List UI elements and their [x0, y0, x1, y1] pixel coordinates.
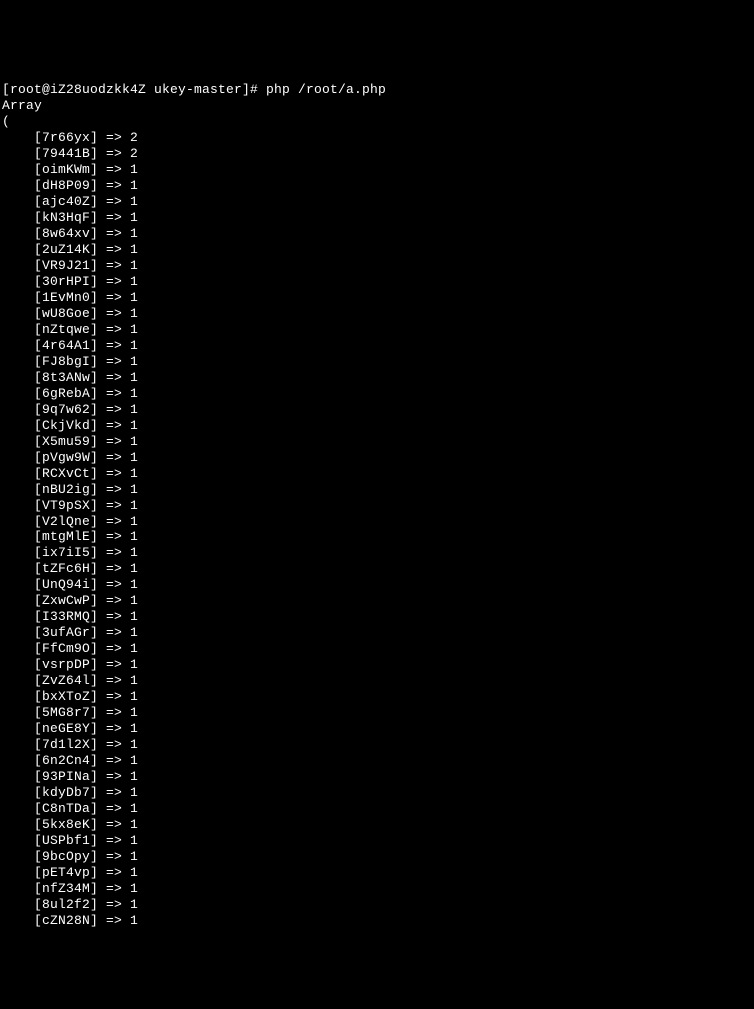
- array-entry: [UnQ94i] => 1: [2, 577, 754, 593]
- array-entry: [oimKWm] => 1: [2, 162, 754, 178]
- array-entry: [cZN28N] => 1: [2, 913, 754, 929]
- array-entry: [8w64xv] => 1: [2, 226, 754, 242]
- array-entry: [V2lQne] => 1: [2, 514, 754, 530]
- array-entry: [6n2Cn4] => 1: [2, 753, 754, 769]
- array-entry: [nBU2ig] => 1: [2, 482, 754, 498]
- array-entry: [dH8P09] => 1: [2, 178, 754, 194]
- array-entry: [FfCm9O] => 1: [2, 641, 754, 657]
- array-entry: [VR9J21] => 1: [2, 258, 754, 274]
- array-entry: [mtgMlE] => 1: [2, 529, 754, 545]
- array-entry: [93PINa] => 1: [2, 769, 754, 785]
- array-entry: [USPbf1] => 1: [2, 833, 754, 849]
- array-entry: [FJ8bgI] => 1: [2, 354, 754, 370]
- array-header: Array: [2, 98, 754, 114]
- command-prompt: [root@iZ28uodzkk4Z ukey-master]# php /ro…: [2, 82, 754, 98]
- array-entry: [pET4vp] => 1: [2, 865, 754, 881]
- array-entry: [79441B] => 2: [2, 146, 754, 162]
- array-entry: [ZvZ64l] => 1: [2, 673, 754, 689]
- array-entry: [bxXToZ] => 1: [2, 689, 754, 705]
- array-entry: [X5mu59] => 1: [2, 434, 754, 450]
- array-entry: [pVgw9W] => 1: [2, 450, 754, 466]
- array-entry: [ajc40Z] => 1: [2, 194, 754, 210]
- array-entry: [7d1l2X] => 1: [2, 737, 754, 753]
- array-entry: [4r64A1] => 1: [2, 338, 754, 354]
- array-entry: [2uZ14K] => 1: [2, 242, 754, 258]
- array-entry: [7r66yx] => 2: [2, 130, 754, 146]
- array-entry: [VT9pSX] => 1: [2, 498, 754, 514]
- array-entry: [nZtqwe] => 1: [2, 322, 754, 338]
- array-entry: [C8nTDa] => 1: [2, 801, 754, 817]
- array-entry: [nfZ34M] => 1: [2, 881, 754, 897]
- array-entry: [RCXvCt] => 1: [2, 466, 754, 482]
- array-entry: [1EvMn0] => 1: [2, 290, 754, 306]
- array-entry: [tZFc6H] => 1: [2, 561, 754, 577]
- array-open-paren: (: [2, 114, 754, 130]
- array-entry: [5kx8eK] => 1: [2, 817, 754, 833]
- array-entry: [wU8Goe] => 1: [2, 306, 754, 322]
- array-entry: [30rHPI] => 1: [2, 274, 754, 290]
- array-entry: [I33RMQ] => 1: [2, 609, 754, 625]
- terminal-output: [root@iZ28uodzkk4Z ukey-master]# php /ro…: [2, 66, 754, 929]
- array-entry: [6gRebA] => 1: [2, 386, 754, 402]
- array-entry: [5MG8r7] => 1: [2, 705, 754, 721]
- array-entry: [vsrpDP] => 1: [2, 657, 754, 673]
- array-entries: [7r66yx] => 2 [79441B] => 2 [oimKWm] => …: [2, 130, 754, 929]
- array-entry: [8ul2f2] => 1: [2, 897, 754, 913]
- array-entry: [kdyDb7] => 1: [2, 785, 754, 801]
- array-entry: [9q7w62] => 1: [2, 402, 754, 418]
- array-entry: [CkjVkd] => 1: [2, 418, 754, 434]
- array-entry: [neGE8Y] => 1: [2, 721, 754, 737]
- array-entry: [9bcOpy] => 1: [2, 849, 754, 865]
- array-entry: [kN3HqF] => 1: [2, 210, 754, 226]
- array-entry: [8t3ANw] => 1: [2, 370, 754, 386]
- array-entry: [ix7iI5] => 1: [2, 545, 754, 561]
- array-entry: [ZxwCwP] => 1: [2, 593, 754, 609]
- array-entry: [3ufAGr] => 1: [2, 625, 754, 641]
